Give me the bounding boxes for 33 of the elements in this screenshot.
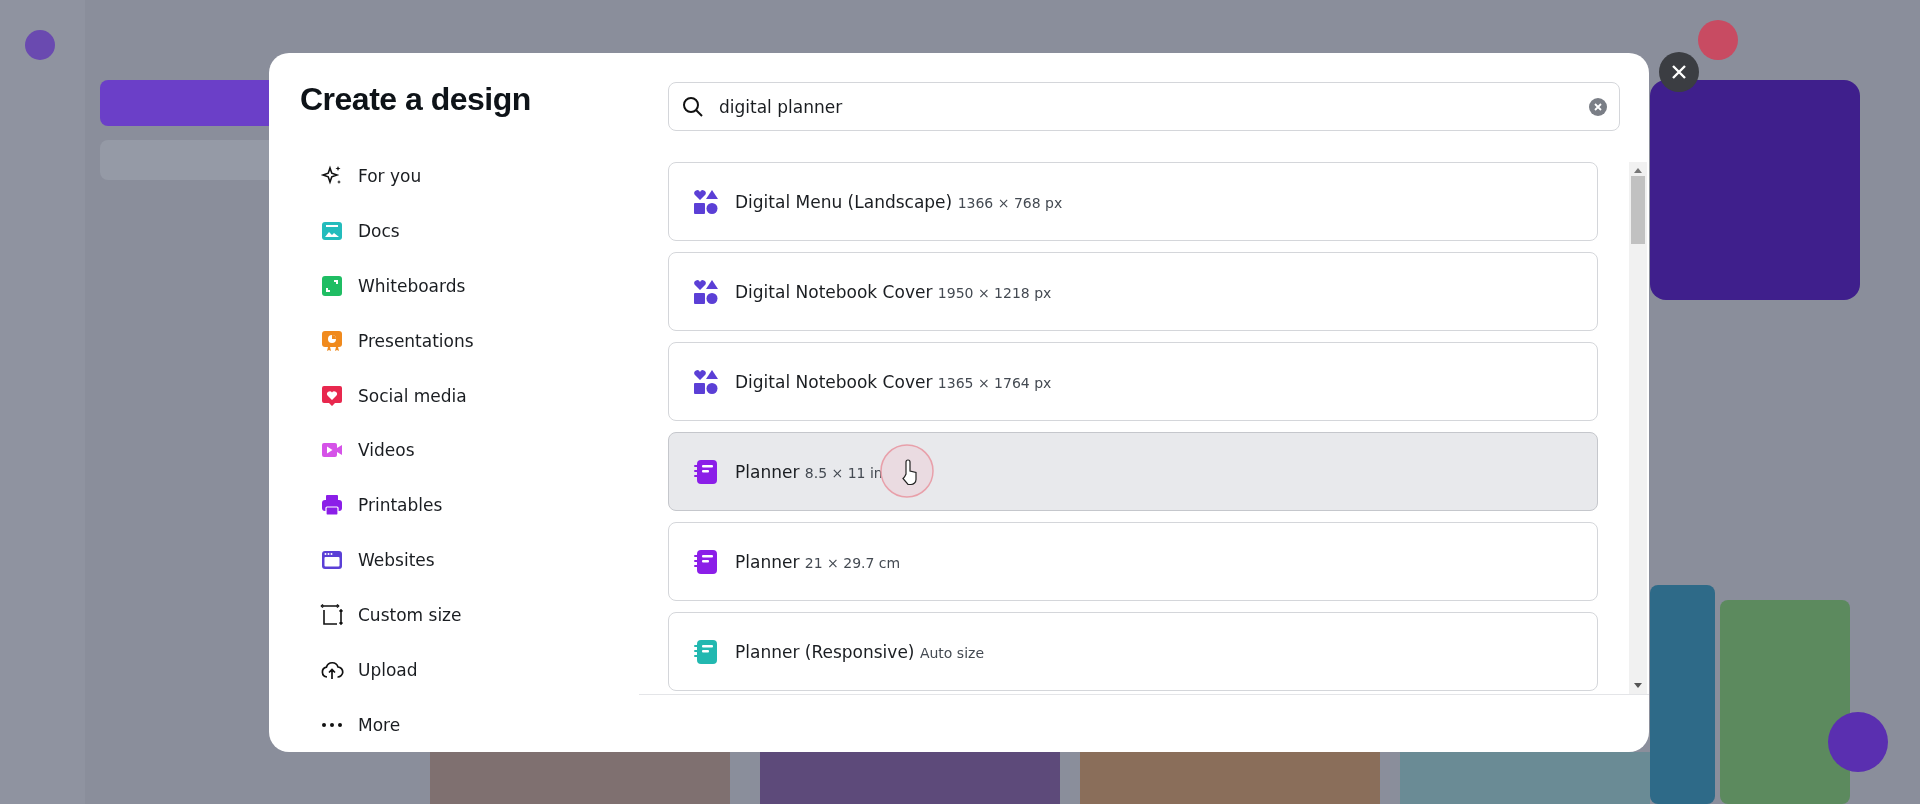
- search-icon: [681, 94, 705, 119]
- category-link[interactable]: Whiteboards: [358, 276, 466, 297]
- dialog-title: Create a design: [300, 81, 532, 118]
- search-field[interactable]: digital planner: [668, 82, 1620, 131]
- result-item[interactable]: Digital Notebook Cover 1365 × 1764 px: [668, 342, 1598, 421]
- printer-icon: [320, 493, 344, 518]
- resize-icon: [320, 602, 344, 627]
- close-icon: [1671, 64, 1687, 80]
- result-item[interactable]: Planner (Responsive) Auto size: [668, 612, 1598, 691]
- category-link[interactable]: Websites: [358, 550, 435, 571]
- result-item[interactable]: Digital Menu (Landscape) 1366 × 768 px: [668, 162, 1598, 241]
- more-icon: [320, 722, 344, 727]
- scrollbar-thumb[interactable]: [1631, 176, 1645, 244]
- category-link[interactable]: Printables: [358, 495, 443, 516]
- category-link[interactable]: Custom size: [358, 604, 462, 625]
- result-item[interactable]: Planner 21 × 29.7 cm: [668, 522, 1598, 601]
- category-link[interactable]: Videos: [358, 440, 415, 461]
- whiteboard-icon: [320, 274, 344, 299]
- scroll-down-icon[interactable]: [1633, 682, 1643, 690]
- result-item[interactable]: Digital Notebook Cover 1950 × 1218 px: [668, 252, 1598, 331]
- heart-icon: [320, 383, 344, 408]
- category-link[interactable]: More: [358, 714, 401, 735]
- category-link[interactable]: Upload: [358, 659, 418, 680]
- category-link[interactable]: Docs: [358, 221, 400, 242]
- presentation-icon: [320, 328, 344, 353]
- search-input[interactable]: digital planner: [717, 95, 1577, 118]
- category-link[interactable]: Presentations: [358, 330, 474, 351]
- result-item[interactable]: Planner 8.5 × 11 in: [668, 432, 1598, 511]
- category-link[interactable]: For you: [358, 166, 422, 187]
- scroll-up-icon[interactable]: [1633, 166, 1643, 174]
- clear-icon[interactable]: [1589, 97, 1607, 116]
- category-link[interactable]: Social media: [358, 385, 467, 406]
- scrollbar[interactable]: [1629, 162, 1647, 694]
